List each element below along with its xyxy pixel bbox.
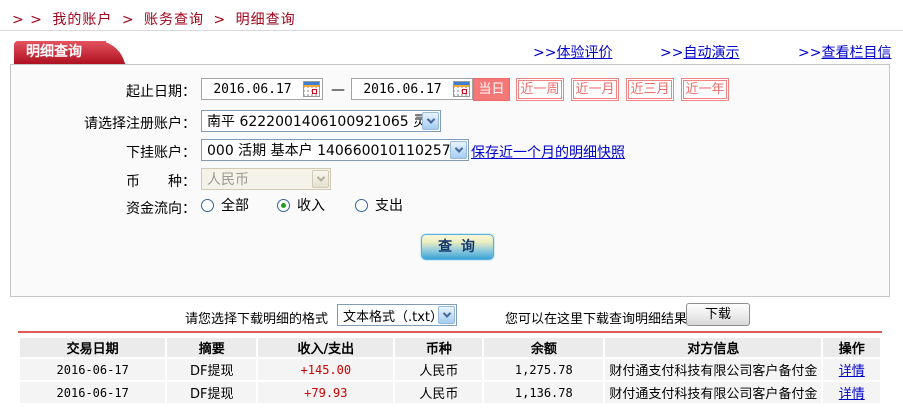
link-prefix: >>: [660, 45, 684, 61]
link-experience-rating[interactable]: >>体验评价: [533, 42, 612, 62]
breadcrumb-item-my-account[interactable]: 我的账户: [52, 12, 112, 28]
range-button-today[interactable]: 当日: [473, 78, 510, 101]
save-snapshot-link[interactable]: 保存近一个月的明细快照: [471, 142, 625, 162]
calendar-icon[interactable]: [303, 81, 320, 97]
cell-summary: DF提现: [167, 382, 257, 403]
date-to-value: 2016.06.17: [363, 81, 442, 97]
table-row: 2016-06-17 DF提现 +79.93 人民币 1,136.78 财付通支…: [20, 382, 880, 403]
cell-amount: +79.93: [258, 382, 394, 403]
header-action: 操作: [823, 338, 880, 357]
cell-date: 2016-06-17: [20, 382, 166, 403]
link-auto-demo[interactable]: >>自动演示: [660, 42, 739, 62]
cell-counterparty: 财付通支付科技有限公司客户备付金: [605, 359, 822, 380]
cell-date: 2016-06-17: [20, 359, 166, 380]
radio-icon[interactable]: [355, 198, 368, 212]
chevron-down-icon[interactable]: [438, 306, 455, 324]
fund-flow-label: 资金流向：: [126, 201, 196, 217]
header-summary: 摘要: [167, 338, 257, 357]
detail-query-page: > > 我的账户 > 账务查询 > 明细查询 明细查询 >>体验评价 >>自动演…: [0, 0, 903, 416]
divider: [0, 30, 903, 31]
date-separator: —: [331, 82, 345, 98]
range-button-last-month[interactable]: 近一月: [571, 78, 619, 101]
breadcrumb-separator: >: [213, 12, 227, 28]
link-label: 自动演示: [683, 45, 740, 61]
cell-summary: DF提现: [167, 359, 257, 380]
table-header-row: 交易日期 摘要 收入/支出 币种 余额 对方信息 操作: [20, 338, 880, 357]
cell-currency: 人民币: [395, 382, 483, 403]
sub-account-label: 下挂账户：: [126, 145, 196, 161]
header-currency: 币种: [395, 338, 483, 357]
radio-option-expense[interactable]: 支出: [355, 195, 403, 215]
radio-label: 全部: [221, 198, 249, 214]
breadcrumb-item-detail-query[interactable]: 明细查询: [236, 12, 296, 28]
register-account-select[interactable]: 南平 6222001406100921065 灵通卡: [201, 110, 441, 132]
radio-icon[interactable]: [201, 198, 214, 212]
detail-link[interactable]: 详情: [839, 364, 865, 379]
transaction-table: 交易日期 摘要 收入/支出 币种 余额 对方信息 操作 2016-06-17 D…: [18, 336, 882, 405]
breadcrumb: > > 我的账户 > 账务查询 > 明细查询: [12, 9, 300, 29]
date-from-value: 2016.06.17: [213, 81, 292, 97]
query-button[interactable]: 查 询: [421, 234, 494, 260]
tab-detail-query[interactable]: 明细查询: [14, 41, 106, 64]
breadcrumb-item-account-query[interactable]: 账务查询: [144, 12, 204, 28]
sub-account-select[interactable]: 000 活期 基本户 1406600101102571848: [201, 139, 469, 161]
range-button-last-year[interactable]: 近一年: [681, 78, 729, 101]
range-button-last-week[interactable]: 近一周: [516, 78, 564, 101]
sub-account-value: 000 活期 基本户 1406600101102571848: [207, 143, 450, 159]
download-format-select[interactable]: 文本格式（.txt）: [337, 304, 457, 326]
header-balance: 余额: [484, 338, 604, 357]
register-account-label: 请选择注册账户：: [84, 116, 196, 132]
download-format-value: 文本格式（.txt）: [343, 309, 438, 325]
link-prefix: >>: [798, 45, 822, 61]
download-hint-text: 您可以在这里下载查询明细结果: [505, 312, 688, 327]
date-from-input[interactable]: 2016.06.17: [201, 78, 323, 100]
currency-value: 人民币: [207, 172, 249, 188]
cell-balance: 1,136.78: [484, 382, 604, 403]
chevron-down-icon[interactable]: [422, 112, 439, 130]
currency-select: 人民币: [201, 168, 331, 190]
table-top-divider: [18, 331, 882, 333]
detail-link[interactable]: 详情: [839, 387, 865, 402]
range-button-last-3-months[interactable]: 近三月: [626, 78, 674, 101]
link-label: 体验评价: [556, 45, 613, 61]
breadcrumb-separator: >: [121, 12, 135, 28]
radio-label: 支出: [375, 198, 403, 214]
cell-amount: +145.00: [258, 359, 394, 380]
radio-option-all[interactable]: 全部: [201, 195, 249, 215]
cell-currency: 人民币: [395, 359, 483, 380]
link-prefix: >>: [533, 45, 557, 61]
fund-flow-radio-group: 全部 收入 支出: [201, 195, 403, 215]
chevron-down-icon[interactable]: [450, 141, 467, 159]
query-form-panel: 起止日期： 2016.06.17 — 2016.06.17 当日 近一周 近一月…: [10, 64, 890, 297]
header-counterparty: 对方信息: [605, 338, 822, 357]
header-trade-date: 交易日期: [20, 338, 166, 357]
download-button[interactable]: 下载: [686, 303, 750, 326]
header-income-expense: 收入/支出: [258, 338, 394, 357]
calendar-icon[interactable]: [453, 81, 470, 97]
table-row: 2016-06-17 DF提现 +145.00 人民币 1,275.78 财付通…: [20, 359, 880, 380]
radio-label: 收入: [297, 198, 325, 214]
breadcrumb-prefix: > >: [12, 12, 43, 28]
radio-checked-icon[interactable]: [277, 198, 290, 212]
date-to-input[interactable]: 2016.06.17: [351, 78, 473, 100]
register-account-value: 南平 6222001406100921065 灵通卡: [207, 114, 422, 130]
currency-label: 币 种：: [126, 174, 196, 190]
chevron-down-icon: [312, 170, 329, 188]
date-range-label: 起止日期：: [126, 84, 196, 100]
download-format-label: 请您选择下载明细的格式: [185, 312, 329, 327]
cell-balance: 1,275.78: [484, 359, 604, 380]
radio-option-income[interactable]: 收入: [277, 195, 325, 215]
cell-counterparty: 财付通支付科技有限公司客户备付金: [605, 382, 822, 403]
